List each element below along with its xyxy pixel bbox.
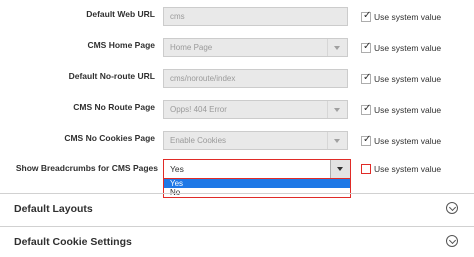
use-system-value-breadcrumbs[interactable]: Use system value <box>361 163 441 175</box>
use-system-value-label: Use system value <box>374 12 442 22</box>
cms-home-page-select[interactable]: Home Page <box>163 38 348 57</box>
default-no-route-url-label: Default No-route URL <box>68 71 155 81</box>
dropdown-arrow[interactable] <box>327 101 347 118</box>
row-cms-no-route-page: CMS No Route Page Opps! 404 Error ✓ Use … <box>0 97 474 123</box>
expand-toggle-icon[interactable] <box>446 235 458 247</box>
cms-no-cookies-page-select[interactable]: Enable Cookies <box>163 131 348 150</box>
use-system-value-label: Use system value <box>374 43 442 53</box>
checkmark-icon: ✓ <box>363 72 372 83</box>
checkbox[interactable]: ✓ <box>361 103 372 115</box>
dropdown-option-yes[interactable]: Yes <box>164 179 350 188</box>
chevron-down-icon <box>334 46 340 50</box>
row-cms-home-page: CMS Home Page Home Page ✓ Use system val… <box>0 35 474 61</box>
chevron-down-icon <box>337 167 343 171</box>
dropdown-arrow[interactable] <box>327 39 347 56</box>
section-title: Default Cookie Settings <box>14 236 132 248</box>
default-web-url-input[interactable]: cms <box>163 7 348 26</box>
use-system-value-label: Use system value <box>374 164 442 174</box>
row-default-no-route-url: Default No-route URL cms/noroute/index ✓… <box>0 66 474 92</box>
use-system-value-label: Use system value <box>374 105 442 115</box>
cms-no-route-page-label: CMS No Route Page <box>73 102 155 112</box>
dropdown-arrow[interactable] <box>330 160 350 178</box>
cms-home-page-value: Home Page <box>170 43 213 52</box>
row-default-web-url: Default Web URL cms ✓ Use system value <box>0 4 474 30</box>
checkbox[interactable]: ✓ <box>361 72 372 84</box>
show-breadcrumbs-value: Yes <box>170 164 184 174</box>
chevron-down-icon <box>334 108 340 112</box>
section-title: Default Layouts <box>14 203 93 215</box>
use-system-value-cms-no-route-page[interactable]: ✓ Use system value <box>361 104 441 116</box>
default-web-url-label: Default Web URL <box>86 9 155 19</box>
expand-toggle-icon[interactable] <box>446 202 458 214</box>
section-default-layouts[interactable]: Default Layouts <box>0 193 474 224</box>
row-cms-no-cookies-page: CMS No Cookies Page Enable Cookies ✓ Use… <box>0 128 474 154</box>
chevron-down-icon <box>448 203 457 211</box>
use-system-value-label: Use system value <box>374 74 442 84</box>
cms-no-cookies-page-value: Enable Cookies <box>170 136 227 145</box>
show-breadcrumbs-select[interactable]: Yes <box>163 159 351 179</box>
cms-home-page-label: CMS Home Page <box>87 40 155 50</box>
checkbox[interactable]: ✓ <box>361 134 372 146</box>
cms-no-route-page-select[interactable]: Opps! 404 Error <box>163 100 348 119</box>
checkmark-icon: ✓ <box>363 134 372 145</box>
checkbox[interactable]: ✓ <box>361 41 372 53</box>
checkbox[interactable]: ✓ <box>361 10 372 22</box>
section-default-cookie-settings[interactable]: Default Cookie Settings <box>0 226 474 257</box>
use-system-value-label: Use system value <box>374 136 442 146</box>
dropdown-arrow[interactable] <box>327 132 347 149</box>
use-system-value-cms-no-cookies-page[interactable]: ✓ Use system value <box>361 135 441 147</box>
use-system-value-default-web-url[interactable]: ✓ Use system value <box>361 11 441 23</box>
checkbox[interactable] <box>361 164 371 174</box>
checkmark-icon: ✓ <box>363 10 372 21</box>
checkmark-icon: ✓ <box>363 41 372 52</box>
default-no-route-url-input[interactable]: cms/noroute/index <box>163 69 348 88</box>
chevron-down-icon <box>448 236 457 244</box>
show-breadcrumbs-label: Show Breadcrumbs for CMS Pages <box>15 163 158 173</box>
chevron-down-icon <box>334 139 340 143</box>
use-system-value-no-route-url[interactable]: ✓ Use system value <box>361 73 441 85</box>
cms-no-cookies-page-label: CMS No Cookies Page <box>64 133 155 143</box>
use-system-value-cms-home-page[interactable]: ✓ Use system value <box>361 42 441 54</box>
checkmark-icon: ✓ <box>363 103 372 114</box>
cms-no-route-page-value: Opps! 404 Error <box>170 105 227 114</box>
